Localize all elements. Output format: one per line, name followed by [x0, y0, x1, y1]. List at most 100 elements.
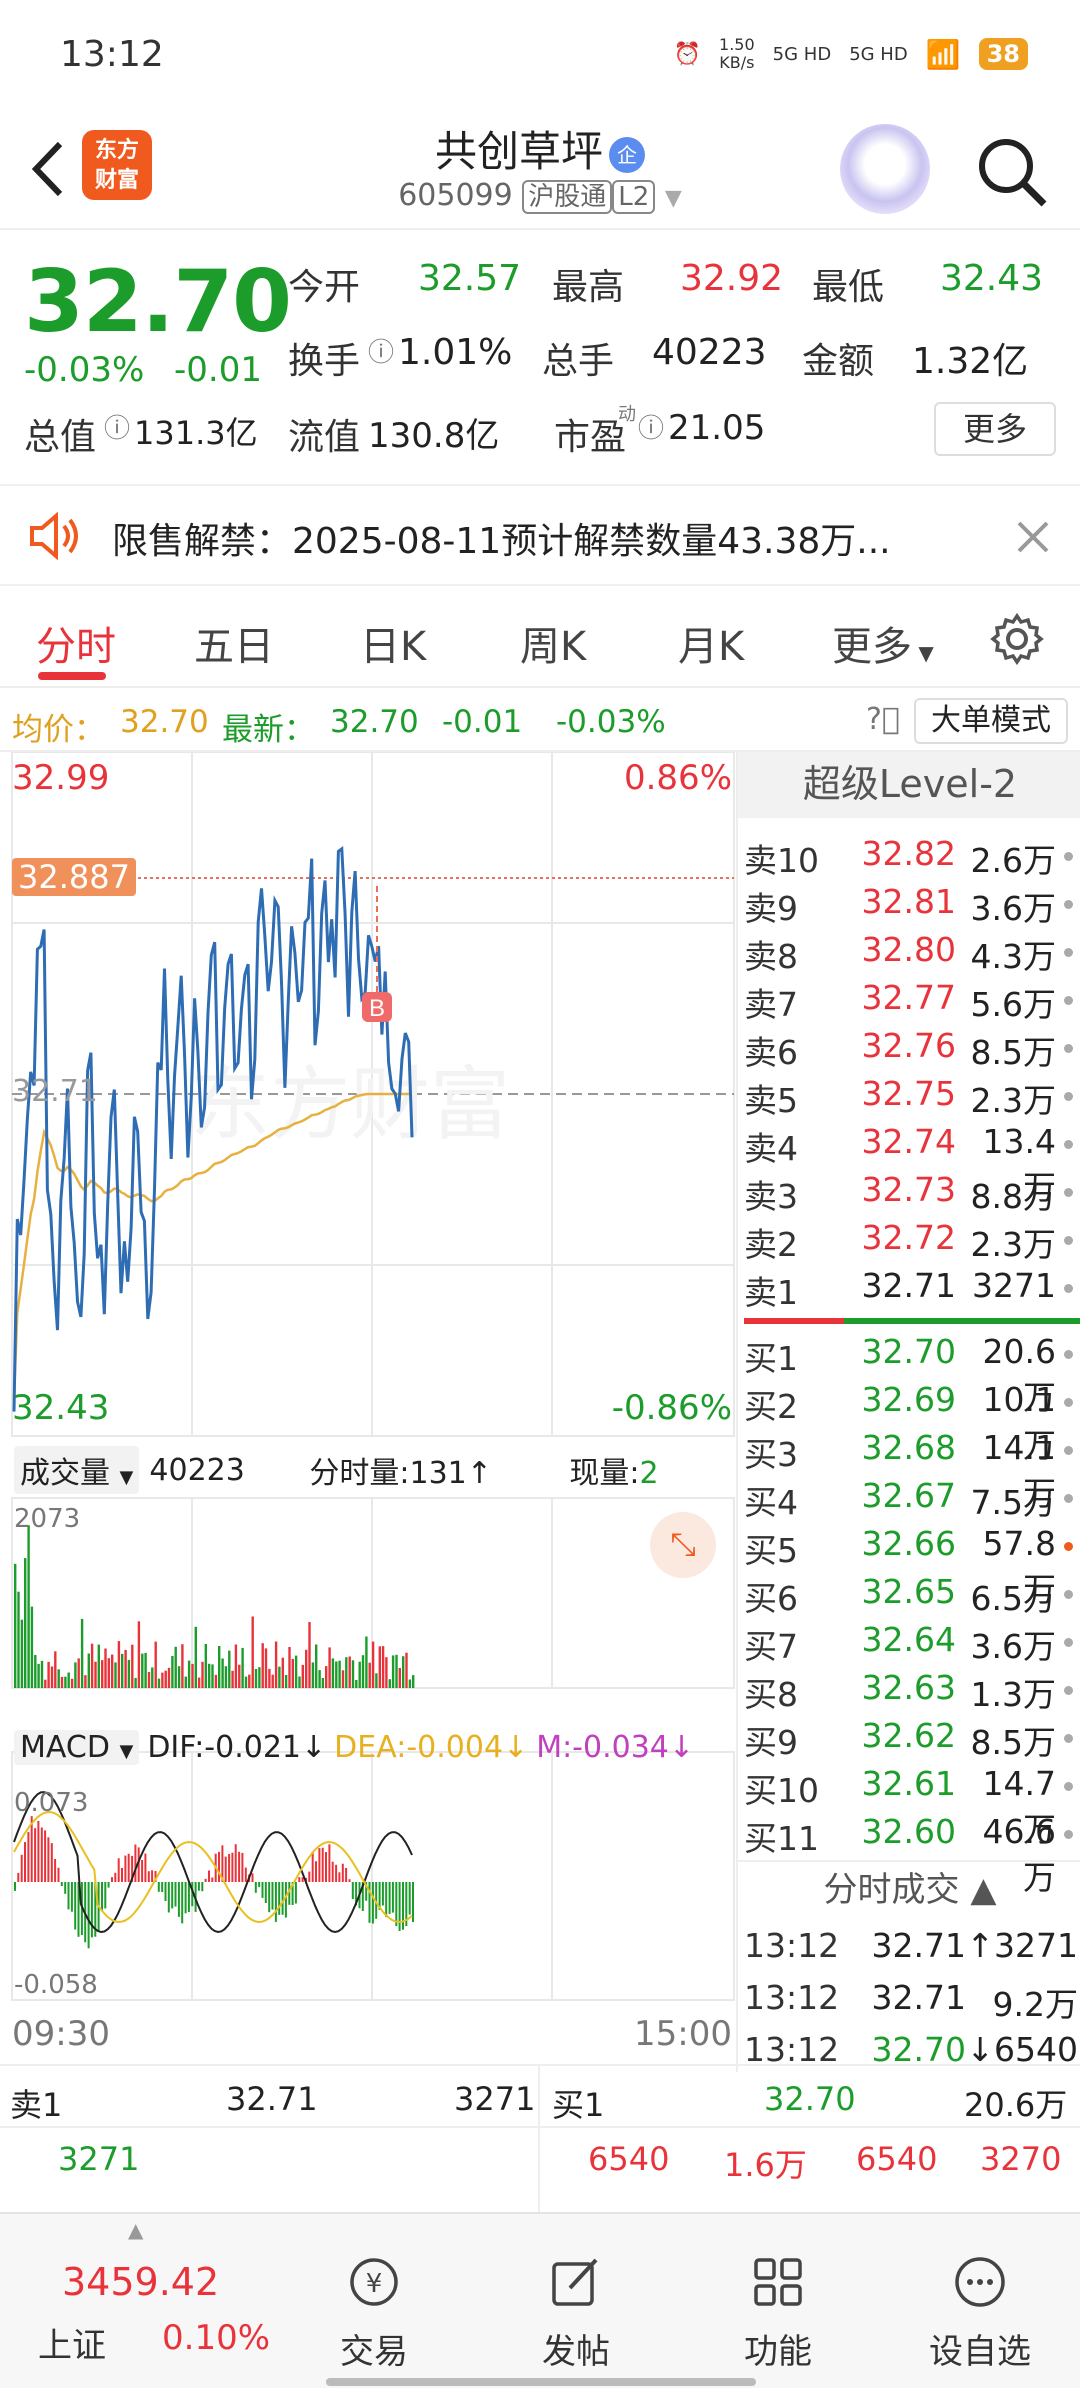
robot-avatar[interactable]	[840, 124, 930, 214]
macd-bar	[171, 1882, 174, 1909]
open-value: 32.57	[418, 258, 522, 299]
tab-intraday[interactable]: 分时	[36, 614, 116, 672]
macd-bar	[385, 1882, 388, 1918]
tab-five-day[interactable]: 五日	[194, 614, 274, 672]
close-icon[interactable]	[1016, 520, 1050, 554]
macd-bar	[278, 1882, 281, 1915]
intraday-chart[interactable]: 东方财富 B 32.99 0.86% 32.43 -0.86% 32.71 32…	[0, 752, 736, 2062]
bids-row[interactable]: 买1 32.70 20.6万	[744, 1332, 1080, 1417]
bids-row[interactable]: 买3 32.68 14.1万	[744, 1428, 1080, 1513]
macd-bar	[157, 1882, 160, 1892]
search-icon[interactable]	[972, 132, 1052, 212]
bids-row[interactable]: 买4 32.67 7.5万	[744, 1476, 1080, 1524]
nav-functions[interactable]: 功能	[718, 2254, 838, 2373]
index-value[interactable]: 3459.42	[62, 2260, 219, 2304]
asks-row[interactable]: 卖2 32.72 2.3万	[744, 1218, 1080, 1266]
macd-bar	[331, 1861, 334, 1882]
volume-bar	[224, 1666, 228, 1688]
asks-row[interactable]: 卖10 32.82 2.6万	[744, 834, 1080, 882]
macd-bar	[147, 1871, 150, 1882]
bids-level-label: 买4	[744, 1483, 798, 1522]
volume-bar	[264, 1648, 268, 1688]
info-icon[interactable]: ⓘ	[638, 408, 668, 460]
volume-bar	[124, 1650, 127, 1688]
high-label: 最高	[552, 267, 625, 308]
tab-daily-k[interactable]: 日K	[360, 614, 426, 672]
asks-volume: 3271	[972, 1266, 1056, 1305]
bids-level-label: 买8	[744, 1675, 798, 1714]
volume-bar	[298, 1676, 301, 1688]
tab-more[interactable]: 更多 ▼	[832, 614, 934, 672]
asks-row[interactable]: 卖9 32.81 3.6万	[744, 882, 1080, 930]
latest-change: -0.01	[442, 704, 523, 740]
volume-bar	[90, 1643, 94, 1688]
macd-bar	[258, 1882, 261, 1888]
macd-bar	[351, 1882, 354, 1900]
macd-bar	[124, 1855, 127, 1882]
bids-price: 32.67	[861, 1476, 956, 1515]
asks-row[interactable]: 卖7 32.77 5.6万	[744, 978, 1080, 1026]
volume-bar	[171, 1656, 174, 1688]
more-button[interactable]: 更多	[934, 402, 1056, 456]
macd-indicator-select[interactable]: MACD ▼	[14, 1730, 140, 1765]
volume-bar	[187, 1660, 191, 1688]
macd-bar	[70, 1882, 73, 1912]
bids-row[interactable]: 买11 32.60 46.6万	[744, 1812, 1080, 1897]
info-icon[interactable]: ⓘ	[368, 332, 398, 384]
asks-row[interactable]: 卖1 32.71 3271	[744, 1266, 1080, 1314]
level2-title[interactable]: 超级Level-2	[738, 752, 1080, 818]
volume-total: 40223	[149, 1452, 245, 1488]
expand-icon[interactable]: ⤡	[650, 1512, 716, 1578]
asks-dot	[1064, 1188, 1073, 1197]
nav-add-watchlist[interactable]: 设自选	[920, 2254, 1040, 2373]
tab-monthly-k[interactable]: 月K	[678, 614, 744, 672]
asks-level-label: 卖9	[744, 889, 798, 928]
notice-bar[interactable]: 限售解禁：2025-08-11预计解禁数量43.38万...	[0, 484, 1080, 586]
bids-row[interactable]: 买9 32.62 8.5万	[744, 1716, 1080, 1764]
volume-bar	[107, 1658, 110, 1688]
volume-indicator-select[interactable]: 成交量 ▼	[14, 1446, 140, 1494]
volume-label: 总手	[542, 341, 615, 382]
order-book[interactable]: 超级Level-2 卖10 32.82 2.6万 卖9 32.81 3.6万 卖8 32.80…	[736, 752, 1080, 2072]
asks-row[interactable]: 卖5 32.75 2.3万	[744, 1074, 1080, 1122]
macd-bar	[395, 1882, 398, 1927]
gear-icon[interactable]	[990, 612, 1044, 666]
ticks-title[interactable]: 分时成交 ▲	[738, 1860, 1080, 1920]
index-pct[interactable]: 0.10%	[162, 2318, 270, 2358]
avg-label: 均价：	[12, 712, 105, 748]
macd-bar	[144, 1853, 147, 1882]
macd-bar	[204, 1878, 207, 1882]
asks-row[interactable]: 卖8 32.80 4.3万	[744, 930, 1080, 978]
tab-weekly-k[interactable]: 周K	[520, 614, 586, 672]
volume-bar	[67, 1672, 70, 1688]
big-order-mode-button[interactable]: 大单模式	[914, 698, 1068, 744]
bids-row[interactable]: 买5 32.66 57.8万	[744, 1524, 1080, 1609]
index-name[interactable]: 上证	[38, 2318, 106, 2367]
bids-row[interactable]: 买7 32.64 3.6万	[744, 1620, 1080, 1668]
help-icon[interactable]: ?⃝	[866, 702, 900, 737]
nav-post[interactable]: 发帖	[516, 2254, 636, 2373]
bids-row[interactable]: 买2 32.69 10.1万	[744, 1380, 1080, 1465]
bids-row[interactable]: 买6 32.65 6.5万	[744, 1572, 1080, 1620]
macd-bar	[318, 1848, 321, 1882]
expand-up-icon[interactable]: ▲	[128, 2218, 143, 2242]
volume-bar	[177, 1666, 181, 1688]
macd-bar	[234, 1844, 237, 1882]
asks-row[interactable]: 卖3 32.73 8.8万	[744, 1170, 1080, 1218]
volume-bar	[305, 1649, 308, 1688]
nav-trade[interactable]: ¥ 交易	[314, 2254, 434, 2373]
axis-bottom-pct: -0.86%	[611, 1388, 732, 1428]
asks-level-label: 卖3	[744, 1177, 798, 1216]
asks-row[interactable]: 卖4 32.74 13.4万	[744, 1122, 1080, 1207]
amount-label: 金额	[802, 341, 875, 382]
info-icon[interactable]: ⓘ	[104, 408, 134, 460]
mktcap-value: 131.3亿	[134, 414, 258, 452]
volume-bar	[311, 1662, 315, 1688]
bids-row[interactable]: 买10 32.61 14.7万	[744, 1764, 1080, 1849]
buy-queue-3: 6540	[856, 2140, 938, 2178]
asks-row[interactable]: 卖6 32.76 8.5万	[744, 1026, 1080, 1074]
bids-row[interactable]: 买8 32.63 1.3万	[744, 1668, 1080, 1716]
volume-header: 成交量 ▼ 40223 分时量:131↑ 现量:2	[14, 1446, 659, 1494]
macd-bar	[264, 1882, 267, 1903]
axis-mid-price: 32.71	[12, 1074, 98, 1109]
